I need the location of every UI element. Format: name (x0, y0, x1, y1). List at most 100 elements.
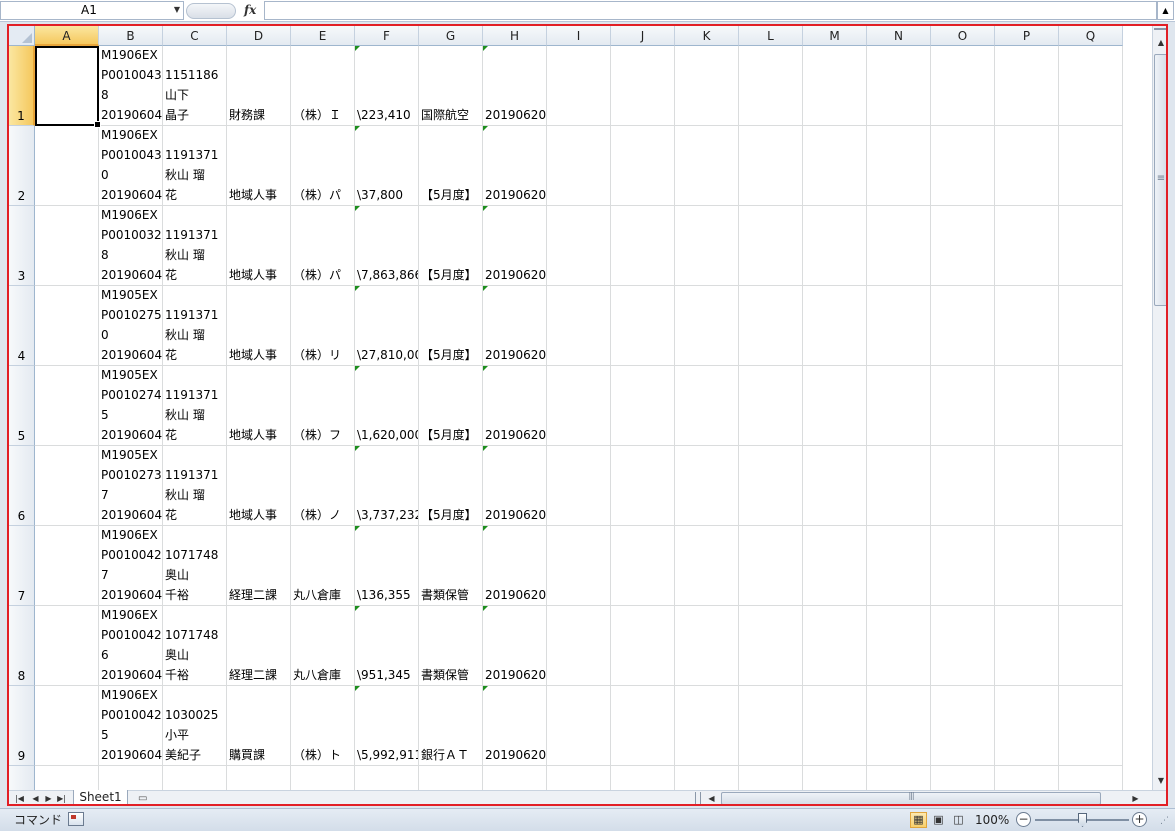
column-header-i[interactable]: I (547, 26, 611, 46)
cell-c1[interactable]: 1151186 山下 晶子 (163, 46, 227, 126)
cell-i4[interactable] (547, 286, 611, 366)
scroll-down-icon[interactable]: ▼ (1154, 774, 1166, 788)
cell-p5[interactable] (995, 366, 1059, 446)
cell-k10[interactable] (675, 766, 739, 790)
cell-f2[interactable]: \37,800 (355, 126, 419, 206)
column-header-e[interactable]: E (291, 26, 355, 46)
cell-h6[interactable]: 20190620 (483, 446, 547, 526)
cell-e3[interactable]: （株）パ (291, 206, 355, 286)
cell-n1[interactable] (867, 46, 931, 126)
cell-a2[interactable] (35, 126, 99, 206)
cell-e5[interactable]: （株）フ (291, 366, 355, 446)
cell-h8[interactable]: 20190620 (483, 606, 547, 686)
page-break-view-icon[interactable]: ◫ (950, 812, 967, 828)
cell-j4[interactable] (611, 286, 675, 366)
cell-d3[interactable]: 地域人事 (227, 206, 291, 286)
cell-f9[interactable]: \5,992,911 (355, 686, 419, 766)
column-header-m[interactable]: M (803, 26, 867, 46)
cell-q10[interactable] (1059, 766, 1123, 790)
cell-o3[interactable] (931, 206, 995, 286)
cell-j2[interactable] (611, 126, 675, 206)
cell-p1[interactable] (995, 46, 1059, 126)
cell-j6[interactable] (611, 446, 675, 526)
cell-h5[interactable]: 20190620 (483, 366, 547, 446)
cell-q2[interactable] (1059, 126, 1123, 206)
cell-l6[interactable] (739, 446, 803, 526)
cell-e4[interactable]: （株）リ (291, 286, 355, 366)
row-header[interactable]: 3 (9, 206, 35, 286)
cell-g8[interactable]: 書類保管 (419, 606, 483, 686)
cell-c8[interactable]: 1071748 奥山 千裕 (163, 606, 227, 686)
prev-sheet-icon[interactable]: ◀ (29, 791, 42, 804)
column-header-h[interactable]: H (483, 26, 547, 46)
cell-h4[interactable]: 20190620 (483, 286, 547, 366)
cell-n7[interactable] (867, 526, 931, 606)
cell-e1[interactable]: （株）Ｉ (291, 46, 355, 126)
row-header[interactable]: 7 (9, 526, 35, 606)
cell-d8[interactable]: 経理二課 (227, 606, 291, 686)
name-box[interactable]: A1 (0, 1, 184, 20)
cell-l8[interactable] (739, 606, 803, 686)
cell-g7[interactable]: 書類保管 (419, 526, 483, 606)
cell-b5[interactable]: M1905EX P0010274 5 20190604 (99, 366, 163, 446)
cell-j5[interactable] (611, 366, 675, 446)
cell-m9[interactable] (803, 686, 867, 766)
cell-m7[interactable] (803, 526, 867, 606)
cell-b4[interactable]: M1905EX P0010275 0 20190604 (99, 286, 163, 366)
cell-b6[interactable]: M1905EX P0010273 7 20190604 (99, 446, 163, 526)
cell-m8[interactable] (803, 606, 867, 686)
cell-q4[interactable] (1059, 286, 1123, 366)
scroll-up-icon[interactable]: ▲ (1154, 36, 1166, 50)
cell-a10[interactable] (35, 766, 99, 790)
cell-n10[interactable] (867, 766, 931, 790)
column-header-n[interactable]: N (867, 26, 931, 46)
column-header-c[interactable]: C (163, 26, 227, 46)
cell-o6[interactable] (931, 446, 995, 526)
cell-g10[interactable] (419, 766, 483, 790)
cell-m10[interactable] (803, 766, 867, 790)
column-header-g[interactable]: G (419, 26, 483, 46)
insert-sheet-icon[interactable]: ▭ (130, 791, 170, 804)
cell-a7[interactable] (35, 526, 99, 606)
next-sheet-icon[interactable]: ▶ (42, 791, 55, 804)
select-all-button[interactable] (9, 26, 35, 46)
cell-m6[interactable] (803, 446, 867, 526)
column-header-b[interactable]: B (99, 26, 163, 46)
cell-p6[interactable] (995, 446, 1059, 526)
cell-g5[interactable]: 【5月度】 (419, 366, 483, 446)
cell-g4[interactable]: 【5月度】 (419, 286, 483, 366)
cell-e9[interactable]: （株）ト (291, 686, 355, 766)
cell-p10[interactable] (995, 766, 1059, 790)
cell-h2[interactable]: 20190620 (483, 126, 547, 206)
cell-i7[interactable] (547, 526, 611, 606)
cell-i10[interactable] (547, 766, 611, 790)
cell-o2[interactable] (931, 126, 995, 206)
cell-h9[interactable]: 20190620 (483, 686, 547, 766)
cell-l2[interactable] (739, 126, 803, 206)
cell-i3[interactable] (547, 206, 611, 286)
cell-g6[interactable]: 【5月度】 (419, 446, 483, 526)
row-header[interactable]: 5 (9, 366, 35, 446)
cell-o4[interactable] (931, 286, 995, 366)
cell-c6[interactable]: 1191371 秋山 瑠 花 (163, 446, 227, 526)
cell-o9[interactable] (931, 686, 995, 766)
cell-g9[interactable]: 銀行ＡＴ (419, 686, 483, 766)
cell-l9[interactable] (739, 686, 803, 766)
cell-a6[interactable] (35, 446, 99, 526)
cell-k1[interactable] (675, 46, 739, 126)
cell-a9[interactable] (35, 686, 99, 766)
cell-q8[interactable] (1059, 606, 1123, 686)
cell-n2[interactable] (867, 126, 931, 206)
cell-e7[interactable]: 丸八倉庫 (291, 526, 355, 606)
row-header[interactable]: 8 (9, 606, 35, 686)
cell-d9[interactable]: 購買課 (227, 686, 291, 766)
cell-e8[interactable]: 丸八倉庫 (291, 606, 355, 686)
cell-f5[interactable]: \1,620,000 (355, 366, 419, 446)
cell-b9[interactable]: M1906EX P0010042 5 20190604 (99, 686, 163, 766)
cell-b1[interactable]: M1906EX P0010043 8 20190604 (99, 46, 163, 126)
cell-f8[interactable]: \951,345 (355, 606, 419, 686)
cell-k4[interactable] (675, 286, 739, 366)
cell-d2[interactable]: 地域人事 (227, 126, 291, 206)
formula-expand-icon[interactable]: ▲ (1157, 1, 1174, 20)
cell-d7[interactable]: 経理二課 (227, 526, 291, 606)
